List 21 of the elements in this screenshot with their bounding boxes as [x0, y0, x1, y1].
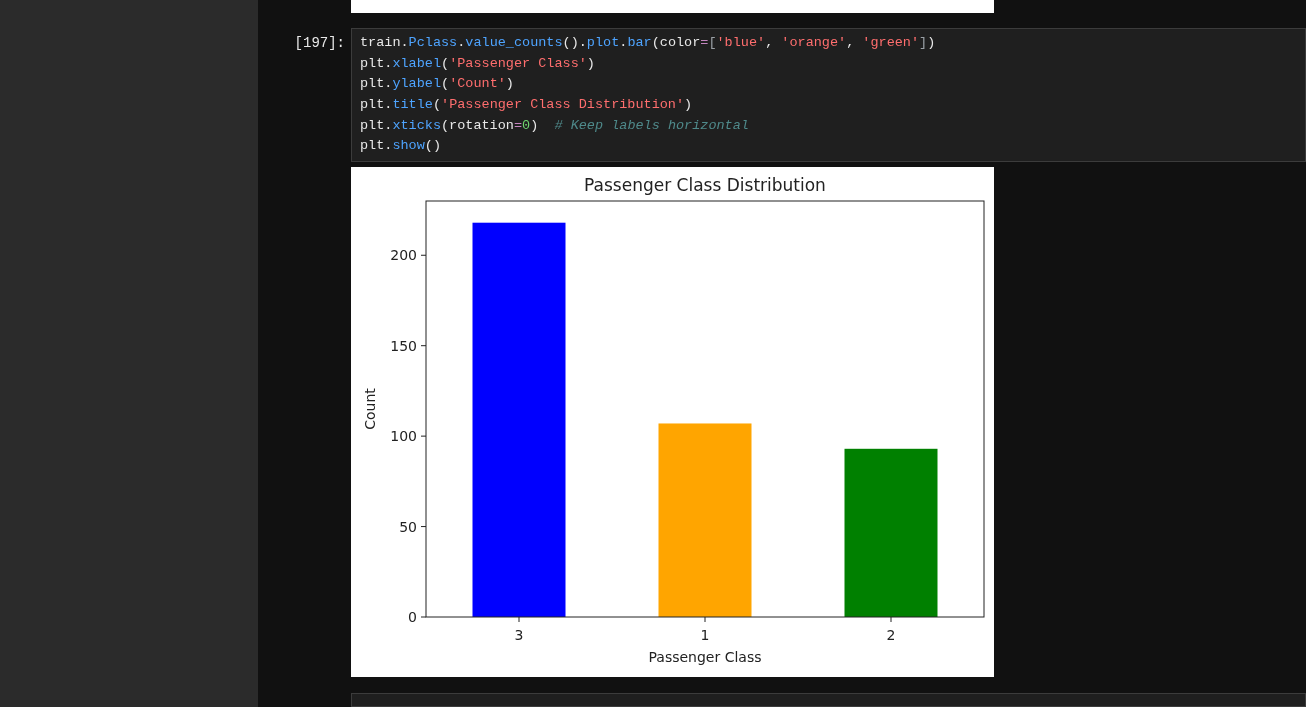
x-tick: 3 — [514, 616, 524, 644]
code-editor[interactable]: train.Pclass.value_counts().plot.bar(color=['blue', 'orange', 'green']) plt.xlabel('Passenger Class') plt.ylabel('Count') plt.title('Passenger Class Distribution') plt.xticks(rotation=0) # Keep labels horizontal plt.show() — [351, 28, 1306, 163]
y-tick: 150 — [390, 337, 427, 354]
y-tick-label: 150 — [390, 337, 417, 354]
y-tick-label: 200 — [390, 247, 417, 264]
x-tick-label: 2 — [886, 627, 896, 644]
y-tick: 200 — [390, 247, 427, 264]
x-tick: 2 — [886, 616, 896, 644]
chart-title: Passenger Class Distribution — [584, 175, 826, 196]
x-tick-label: 1 — [700, 627, 710, 644]
x-axis-label: Passenger Class — [648, 649, 762, 666]
y-tick: 0 — [408, 609, 427, 626]
x-tick: 1 — [700, 616, 710, 644]
y-tick-label: 0 — [408, 609, 417, 626]
y-axis-label: Count — [362, 388, 378, 430]
x-tick-label: 3 — [514, 627, 524, 644]
y-tick: 50 — [399, 518, 427, 535]
y-tick-label: 50 — [399, 518, 417, 535]
y-tick-label: 100 — [390, 428, 417, 445]
cell-prompt: [197]: — [294, 34, 345, 54]
y-tick: 100 — [390, 428, 427, 445]
